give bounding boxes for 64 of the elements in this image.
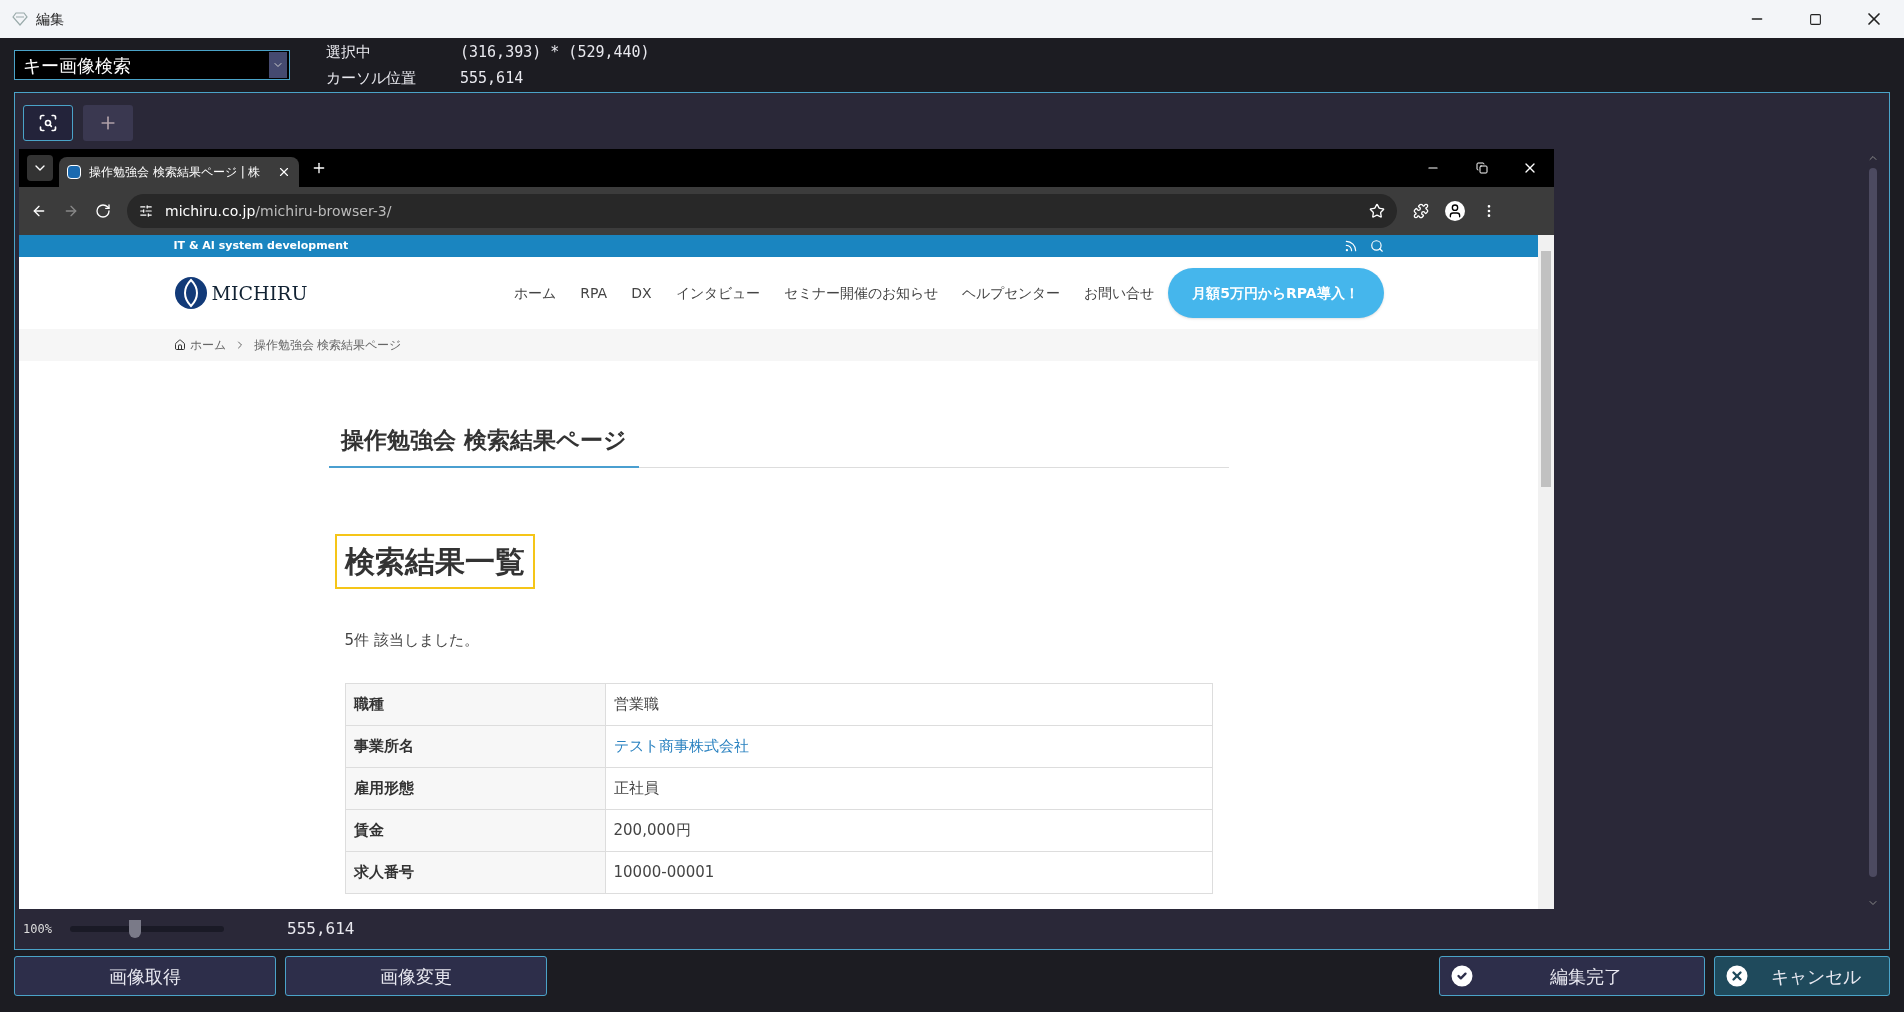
close-circle-icon (1723, 962, 1751, 990)
bookmark-star-icon[interactable] (1369, 203, 1385, 219)
action-button[interactable]: 編集完了 (1439, 956, 1705, 996)
table-label: 職種 (345, 683, 605, 726)
maximize-icon[interactable] (1809, 12, 1822, 26)
nav-link[interactable]: ホーム (514, 282, 557, 304)
nav-link[interactable]: お問い合せ (1083, 282, 1154, 304)
info-value: (316,393) * (529,440) (460, 42, 650, 63)
logo-text: MICHIRU (211, 280, 308, 306)
nav-link[interactable]: インタビュー (675, 282, 760, 304)
zoom-scan-icon (38, 113, 58, 133)
close-tab-icon[interactable] (277, 165, 291, 179)
breadcrumb-item: 操作勉強会 検索結果ページ (253, 337, 402, 354)
cursor-readout: 555,614 (287, 918, 355, 940)
slider-thumb[interactable] (129, 920, 142, 938)
rss-icon[interactable] (1343, 239, 1358, 253)
table-cell: 正社員 (605, 767, 1212, 810)
table-cell: 営業職 (605, 683, 1212, 726)
restore-icon[interactable] (1476, 162, 1488, 174)
site-settings-icon (139, 204, 153, 218)
section-title: 検索結果一覧 (334, 533, 535, 589)
action-button[interactable]: キャンセル (1714, 956, 1890, 996)
table-cell: 200,000円 (605, 809, 1212, 852)
nav-link[interactable]: ヘルプセンター (961, 282, 1060, 304)
nav-link[interactable]: DX (631, 282, 652, 304)
nav-link[interactable]: RPA (580, 282, 608, 304)
table-link[interactable]: テスト商事株式会社 (605, 725, 1212, 768)
table-label: 求人番号 (345, 851, 605, 894)
extensions-icon[interactable] (1413, 203, 1429, 219)
logo-mark-icon (173, 276, 208, 310)
table-label: 事業所名 (345, 725, 605, 768)
tab-list-button[interactable] (27, 155, 53, 181)
diamond-logo-icon (12, 12, 28, 26)
info-value: 555,614 (460, 67, 525, 89)
page-scrollbar[interactable] (1538, 235, 1554, 909)
breadcrumb-item[interactable]: ホーム (189, 336, 226, 354)
profile-icon[interactable] (1445, 201, 1465, 221)
window-title: 編集 (36, 9, 64, 29)
scrollbar-thumb[interactable] (1869, 168, 1877, 877)
page-title: 操作勉強会 検索結果ページ (328, 423, 639, 468)
action-button[interactable]: 画像変更 (285, 956, 547, 996)
check-circle-icon (1448, 962, 1476, 990)
address-bar[interactable]: michiru.co.jp/michiru-browser-3/ (127, 194, 1397, 228)
browser-tab[interactable]: 操作勉強会 検索結果ページ | 株 (59, 157, 299, 187)
home-icon (173, 339, 186, 351)
table-label: 雇用形態 (345, 767, 605, 810)
search-icon[interactable] (1369, 239, 1384, 253)
forward-icon[interactable] (63, 203, 79, 219)
reload-icon[interactable] (95, 203, 111, 219)
mode-dropdown[interactable]: キー画像検索 (14, 50, 290, 80)
back-icon[interactable] (31, 203, 47, 219)
nav-link[interactable]: セミナー開催のお知らせ (783, 282, 938, 304)
tool-button[interactable] (23, 105, 73, 141)
table-cell: 10000-00001 (605, 851, 1212, 894)
scrollbar-thumb[interactable] (1541, 251, 1551, 487)
info-label: カーソル位置 (326, 67, 417, 89)
zoom-label: 100% (23, 921, 53, 938)
site-tagline: IT & AI system development (173, 237, 349, 254)
favicon-icon (67, 165, 81, 179)
info-label: 選択中 (326, 42, 372, 63)
new-tab-icon[interactable] (311, 160, 327, 176)
result-count: 5件 該当しました。 (344, 629, 480, 651)
table-label: 賃金 (345, 809, 605, 852)
action-button[interactable]: 画像取得 (14, 956, 276, 996)
